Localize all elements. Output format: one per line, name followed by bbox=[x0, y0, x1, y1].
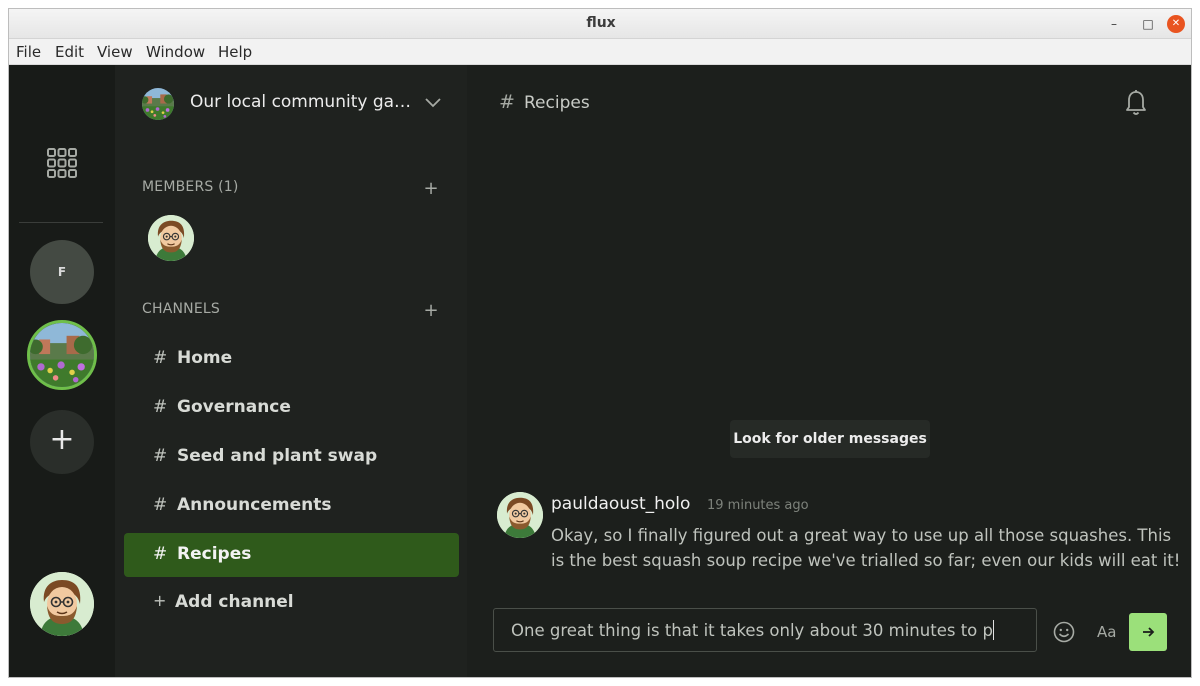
message-input[interactable]: One great thing is that it takes only ab… bbox=[493, 608, 1037, 652]
text-format-button[interactable]: Aa bbox=[1097, 623, 1116, 641]
text-caret bbox=[992, 620, 994, 640]
close-button[interactable]: ✕ bbox=[1167, 15, 1185, 33]
channel-title: Recipes bbox=[524, 93, 590, 113]
channel-recipes[interactable]: # Recipes bbox=[124, 533, 459, 577]
message-timestamp: 19 minutes ago bbox=[707, 498, 809, 513]
title-bar: flux – □ ✕ bbox=[9, 9, 1191, 39]
channels-label: CHANNELS bbox=[142, 301, 220, 317]
members-label: MEMBERS (1) bbox=[142, 179, 239, 195]
channel-seed-and-plant-swap[interactable]: # Seed and plant swap bbox=[124, 435, 459, 479]
channel-label: Governance bbox=[177, 397, 291, 417]
garden-thumbnail bbox=[142, 88, 174, 120]
menu-view[interactable]: View bbox=[97, 43, 133, 61]
menu-file[interactable]: File bbox=[16, 43, 41, 61]
community-rail: F + bbox=[9, 65, 115, 677]
community-name[interactable]: Our local community garden bbox=[190, 92, 415, 112]
member-face bbox=[148, 215, 194, 261]
emoji-icon[interactable] bbox=[1053, 621, 1075, 643]
arrow-right-icon bbox=[1143, 627, 1155, 637]
menu-window[interactable]: Window bbox=[146, 43, 205, 61]
member-avatar[interactable] bbox=[148, 215, 194, 261]
app-content: F + Our local community garden MEMBERS (… bbox=[9, 65, 1191, 677]
message-input-value: One great thing is that it takes only ab… bbox=[511, 621, 993, 640]
author-face bbox=[497, 492, 543, 538]
channel-label: Announcements bbox=[177, 495, 332, 515]
channel-home[interactable]: # Home bbox=[124, 337, 459, 381]
add-channel-button[interactable]: + Add channel bbox=[124, 581, 459, 625]
add-community-button[interactable]: + bbox=[30, 410, 94, 474]
hash-icon: # bbox=[499, 91, 515, 113]
hash-icon: # bbox=[153, 397, 168, 417]
channel-announcements[interactable]: # Announcements bbox=[124, 484, 459, 528]
plus-icon: + bbox=[153, 591, 167, 610]
chevron-down-icon[interactable] bbox=[421, 95, 445, 111]
add-channel-icon-button[interactable]: + bbox=[423, 302, 439, 320]
send-button[interactable] bbox=[1129, 613, 1167, 651]
user-avatar bbox=[30, 572, 94, 636]
window-title: flux bbox=[586, 15, 616, 31]
app-window: flux – □ ✕ File Edit View Window Help F … bbox=[8, 8, 1192, 678]
channel-sidebar: Our local community garden MEMBERS (1) +… bbox=[115, 65, 467, 677]
hash-icon: # bbox=[153, 544, 168, 564]
menu-edit[interactable]: Edit bbox=[55, 43, 84, 61]
add-member-button[interactable]: + bbox=[423, 180, 439, 198]
menu-bar: File Edit View Window Help bbox=[9, 39, 1191, 65]
menu-help[interactable]: Help bbox=[218, 43, 252, 61]
bell-icon[interactable] bbox=[1124, 89, 1148, 117]
community-f-button[interactable]: F bbox=[30, 240, 94, 304]
message-author[interactable]: pauldaoust_holo bbox=[551, 494, 690, 514]
load-older-messages-button[interactable]: Look for older messages bbox=[730, 420, 930, 458]
maximize-button[interactable]: □ bbox=[1139, 15, 1157, 33]
message-input-text: One great thing is that it takes only ab… bbox=[511, 620, 994, 640]
community-garden-button[interactable] bbox=[27, 320, 97, 390]
message-pane: # Recipes Look for older messages paulda… bbox=[467, 65, 1191, 677]
minimize-button[interactable]: – bbox=[1105, 15, 1123, 33]
message-avatar[interactable] bbox=[497, 492, 543, 538]
profile-avatar[interactable] bbox=[30, 572, 94, 636]
channel-label: Home bbox=[177, 348, 233, 368]
channel-label: Seed and plant swap bbox=[177, 446, 378, 466]
apps-grid-icon[interactable] bbox=[46, 147, 78, 179]
rail-divider bbox=[19, 222, 103, 223]
garden-avatar bbox=[30, 323, 94, 387]
hash-icon: # bbox=[153, 348, 168, 368]
channel-label: Recipes bbox=[177, 544, 252, 564]
add-channel-label: Add channel bbox=[175, 592, 294, 612]
community-avatar bbox=[142, 88, 174, 120]
hash-icon: # bbox=[153, 446, 168, 466]
message-body: Okay, so I finally figured out a great w… bbox=[551, 526, 1181, 570]
channel-governance[interactable]: # Governance bbox=[124, 386, 459, 430]
hash-icon: # bbox=[153, 495, 168, 515]
